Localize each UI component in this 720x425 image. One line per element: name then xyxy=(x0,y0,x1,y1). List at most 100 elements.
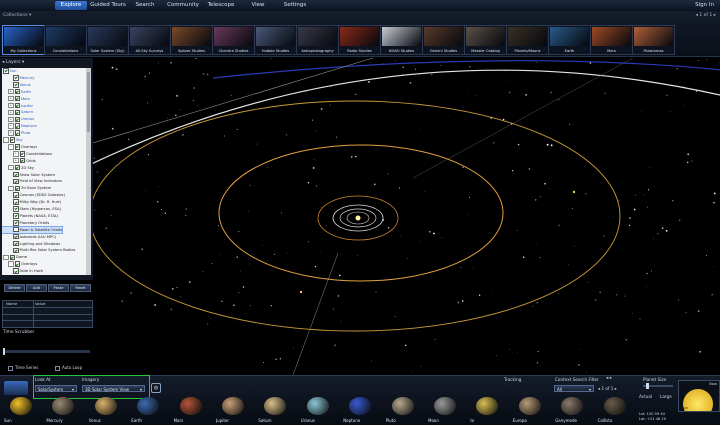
layer-checkbox[interactable] xyxy=(13,247,19,254)
collapse-icon[interactable]: - xyxy=(8,164,14,171)
layer-checkbox[interactable] xyxy=(14,123,20,129)
layer-checkbox[interactable] xyxy=(13,75,19,81)
layers-scrollbar[interactable] xyxy=(86,68,91,275)
planet-thumb[interactable]: Venus xyxy=(87,396,127,424)
collection-thumb[interactable]: Mars xyxy=(590,25,633,55)
layer-checkbox[interactable] xyxy=(19,151,25,157)
layer-row[interactable]: Moon & Satellite Orbits xyxy=(2,225,64,234)
layer-row[interactable]: Sun xyxy=(2,68,17,74)
layer-checkbox[interactable] xyxy=(13,220,19,226)
layer-checkbox[interactable] xyxy=(14,109,20,116)
collection-thumb[interactable]: Astrophotography xyxy=(296,25,339,55)
layer-checkbox[interactable] xyxy=(13,178,19,185)
planet-thumb[interactable]: Jupiter xyxy=(214,396,254,424)
layer-checkbox[interactable] xyxy=(13,233,19,240)
layer-row[interactable]: Stars (Hipparcos, ESA) xyxy=(2,206,61,212)
layer-checkbox[interactable] xyxy=(13,226,19,233)
collection-thumb[interactable]: All-Sky Surveys xyxy=(128,25,171,55)
planet-marker[interactable] xyxy=(572,190,576,194)
layer-row[interactable]: - Overlays xyxy=(2,144,37,150)
layer-checkbox[interactable] xyxy=(13,192,19,198)
layer-checkbox[interactable] xyxy=(9,254,15,261)
context-nav-arrows[interactable]: ◂ ▸ xyxy=(606,376,612,381)
layer-row[interactable]: + Pluto xyxy=(2,130,30,136)
menu-search[interactable]: Search xyxy=(131,1,159,10)
layer-row[interactable]: Mercury xyxy=(2,75,34,81)
slider-knob[interactable] xyxy=(645,383,649,389)
planet-thumb[interactable]: Earth xyxy=(129,396,169,424)
layer-checkbox[interactable] xyxy=(13,268,19,274)
collection-thumb[interactable]: Constellations xyxy=(44,25,87,55)
layer-row[interactable]: Venus xyxy=(2,82,31,88)
sun-marker[interactable] xyxy=(355,215,361,221)
layer-row[interactable]: Planetary Orbits xyxy=(2,220,49,226)
expand-icon[interactable]: + xyxy=(13,151,19,157)
layer-checkbox[interactable] xyxy=(13,82,19,88)
layer-row[interactable]: - 3d Solar System xyxy=(2,185,51,192)
menu-view[interactable]: View xyxy=(245,1,271,10)
menu-explore[interactable]: Explore xyxy=(55,1,87,10)
layer-row[interactable]: + Saturn xyxy=(2,109,33,116)
info-icon[interactable]: ◍ xyxy=(151,383,161,393)
layer-checkbox[interactable] xyxy=(19,157,25,164)
planet-thumb[interactable]: Io xyxy=(468,396,508,424)
planet-thumb[interactable]: Callisto xyxy=(596,396,636,424)
planet-marker[interactable] xyxy=(382,219,384,221)
layer-row[interactable]: - Dome xyxy=(2,254,27,261)
expand-icon[interactable]: + xyxy=(8,109,14,116)
layer-row[interactable]: Milky Way (Dr. R. Hurt) xyxy=(2,199,61,205)
collection-thumb[interactable]: Earth xyxy=(548,25,591,55)
layer-row[interactable]: Field of View Indicators xyxy=(2,178,62,185)
collapse-icon[interactable]: - xyxy=(8,261,14,267)
planet-thumb[interactable]: Neptune xyxy=(341,396,381,424)
layer-row[interactable]: Planets (NASA, ETAL) xyxy=(2,213,58,219)
collection-thumb[interactable]: Radio Studies xyxy=(338,25,381,55)
collection-thumb[interactable]: Gemini Studies xyxy=(422,25,465,55)
layers-tree[interactable]: Sun Mercury Venus + Earth + Mars + Jupiter + Satur… xyxy=(2,68,86,275)
layer-row[interactable]: + Jupiter xyxy=(2,102,33,109)
time-series-toggle[interactable]: Time Series xyxy=(8,365,38,371)
collection-thumb[interactable]: Hubble Studies xyxy=(254,25,297,55)
layer-checkbox[interactable] xyxy=(3,68,9,74)
expand-icon[interactable]: + xyxy=(8,123,14,129)
layer-row[interactable]: + Earth xyxy=(2,88,31,95)
sky-view[interactable] xyxy=(93,58,720,375)
collection-thumb[interactable]: NOAO Studies xyxy=(380,25,423,55)
solar-system-render[interactable] xyxy=(93,58,720,375)
layer-row[interactable]: Cosmos (SDSS Galaxies) xyxy=(2,192,65,198)
layer-checkbox[interactable] xyxy=(14,164,20,171)
layer-checkbox[interactable] xyxy=(14,95,20,102)
layer-checkbox[interactable] xyxy=(13,171,19,178)
context-filter-combo[interactable]: All ▾ xyxy=(554,385,594,392)
layer-checkbox[interactable] xyxy=(13,199,19,205)
collection-thumb[interactable]: Spitzer Studies xyxy=(170,25,213,55)
planet-thumb[interactable]: Saturn xyxy=(256,396,296,424)
scroll-thumb[interactable] xyxy=(87,72,90,132)
layer-checkbox[interactable] xyxy=(13,240,19,247)
layer-checkbox[interactable] xyxy=(14,102,20,109)
planet-thumb[interactable]: Pluto xyxy=(384,396,424,424)
reset-button[interactable]: Reset xyxy=(70,284,91,292)
layer-row[interactable]: + Mars xyxy=(2,95,30,102)
layer-row[interactable]: + Neptune xyxy=(2,123,37,129)
menu-telescope[interactable]: Telescope xyxy=(205,1,237,10)
expand-icon[interactable]: + xyxy=(8,130,14,136)
layer-row[interactable]: Show Solar System xyxy=(2,171,55,178)
layer-row[interactable]: Fade In Hoch xyxy=(2,268,43,274)
layer-row[interactable]: Multi-Res Solar System Bodies xyxy=(2,247,75,254)
menu-settings[interactable]: Settings xyxy=(280,1,310,10)
layer-checkbox[interactable] xyxy=(14,88,20,95)
collapse-icon[interactable]: - xyxy=(3,254,9,261)
layer-checkbox[interactable] xyxy=(14,261,20,267)
planet-size-slider[interactable] xyxy=(643,383,673,389)
collapse-icon[interactable]: - xyxy=(3,137,9,143)
collection-thumb[interactable]: Chandra Studies xyxy=(212,25,255,55)
auto-loop-toggle[interactable]: Auto Loop xyxy=(55,365,82,371)
menu-community[interactable]: Community xyxy=(166,1,200,10)
expand-icon[interactable]: + xyxy=(8,102,14,109)
layer-checkbox[interactable] xyxy=(14,185,20,192)
paste-button[interactable]: Paste xyxy=(48,284,69,292)
collection-thumb[interactable]: Messier Catalog xyxy=(464,25,507,55)
layer-row[interactable]: - Sky xyxy=(2,137,23,143)
collections-pager[interactable]: ◂ 1 of 1 ▸ xyxy=(696,13,716,18)
